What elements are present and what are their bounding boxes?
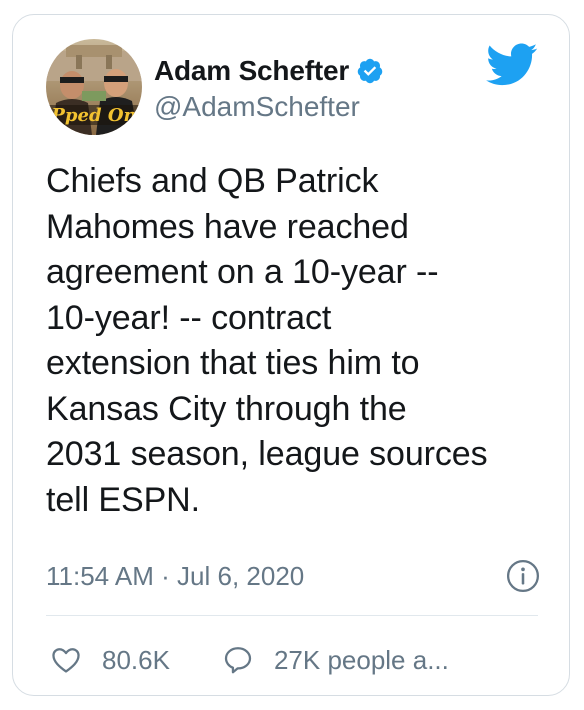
twitter-bird-icon[interactable]: [486, 43, 538, 87]
info-icon[interactable]: [506, 559, 540, 593]
avatar[interactable]: Pped On: [46, 39, 142, 135]
tweet-card[interactable]: Pped On Adam Schefter @AdamSchefter Chie…: [12, 14, 570, 696]
tweet-meta-row: 11:54 AM · Jul 6, 2020: [46, 558, 540, 594]
user-handle[interactable]: @AdamSchefter: [154, 91, 360, 123]
reply-count-label: 27K people a...: [273, 644, 449, 675]
tweet-timestamp[interactable]: 11:54 AM · Jul 6, 2020: [46, 561, 304, 592]
avatar-image: Pped On: [46, 39, 142, 135]
heart-icon: [52, 648, 80, 673]
tweet-actions: 80.6K 27K people a...: [50, 640, 449, 680]
reply-button[interactable]: 27K people a...: [222, 644, 449, 676]
avatar-caption: Pped On: [50, 105, 136, 126]
verified-badge-icon: [357, 58, 383, 84]
display-name[interactable]: Adam Schefter: [154, 55, 349, 87]
speech-bubble-icon: [224, 647, 252, 674]
like-button[interactable]: 80.6K: [50, 644, 170, 676]
divider: [46, 615, 538, 616]
tweet-text: Chiefs and QB Patrick Mahomes have reach…: [46, 162, 488, 519]
author-name-row[interactable]: Adam Schefter: [154, 53, 384, 89]
like-count: 80.6K: [102, 644, 170, 675]
